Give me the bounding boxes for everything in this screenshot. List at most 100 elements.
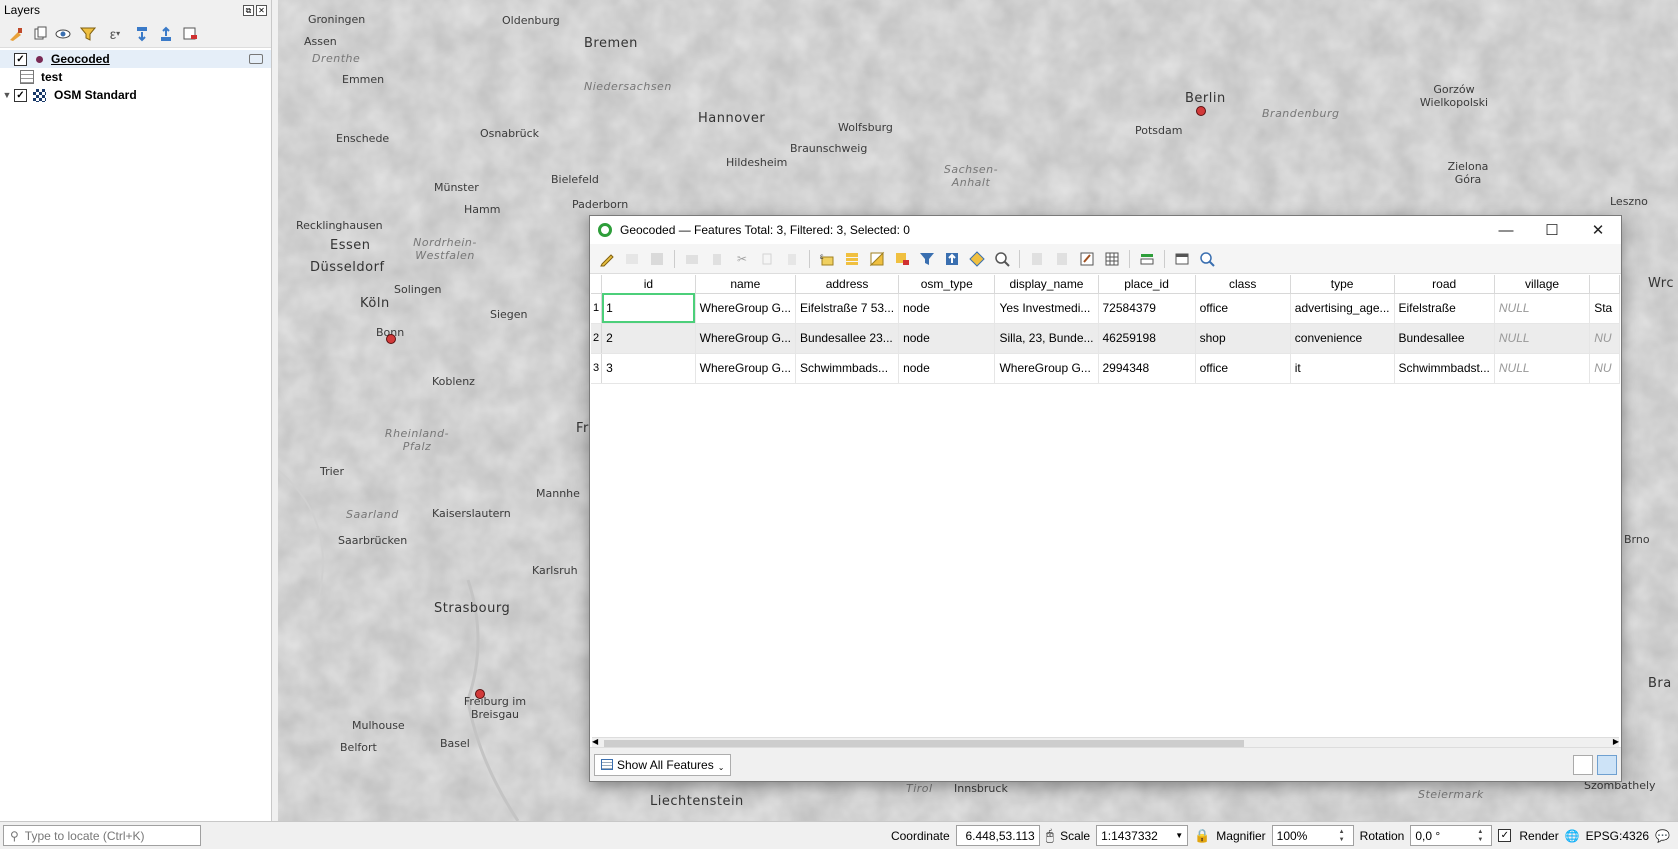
column-header[interactable]: display_name xyxy=(994,275,1099,294)
layer-item-osm-standard[interactable]: ▼ ✓ OSM Standard xyxy=(0,86,271,104)
column-header[interactable]: village xyxy=(1494,275,1591,294)
table-cell[interactable]: node xyxy=(898,353,996,384)
field-calculator-icon[interactable] xyxy=(1101,248,1123,270)
table-cell[interactable]: office xyxy=(1195,353,1291,384)
collapse-all-icon[interactable] xyxy=(156,24,176,44)
expand-arrow-icon[interactable]: ▼ xyxy=(0,90,14,100)
table-cell[interactable]: Bundesallee 23... xyxy=(795,323,900,354)
table-cell[interactable]: NULL xyxy=(1494,323,1591,354)
table-row[interactable]: 1 1 WhereGroup G... Eifelstraße 7 53... … xyxy=(591,293,1620,324)
show-all-features-button[interactable]: Show All Features ⌄ xyxy=(594,753,732,776)
spin-arrows-icon[interactable]: ▲ ▼ xyxy=(1477,828,1487,844)
table-cell[interactable]: Eifelstraße xyxy=(1394,293,1495,324)
table-cell[interactable]: convenience xyxy=(1290,323,1395,354)
table-cell[interactable]: Sta xyxy=(1589,293,1620,324)
column-header[interactable] xyxy=(1589,275,1620,294)
cut-icon[interactable]: ✂ xyxy=(731,248,753,270)
select-all-icon[interactable] xyxy=(841,248,863,270)
table-cell[interactable]: 2 xyxy=(601,323,696,354)
expand-all-icon[interactable] xyxy=(132,24,152,44)
conditional-formatting-icon[interactable] xyxy=(1136,248,1158,270)
table-cell[interactable]: 2994348 xyxy=(1098,353,1196,384)
deselect-all-icon[interactable] xyxy=(891,248,913,270)
select-by-expression-icon[interactable]: ε xyxy=(816,248,838,270)
table-row[interactable]: 2 2 WhereGroup G... Bundesallee 23... no… xyxy=(591,323,1620,354)
column-header[interactable]: road xyxy=(1394,275,1495,294)
dock-table-icon[interactable] xyxy=(1171,248,1193,270)
remove-layer-icon[interactable] xyxy=(180,24,200,44)
table-cell[interactable]: Bundesallee xyxy=(1394,323,1495,354)
multi-edit-icon[interactable] xyxy=(621,248,643,270)
rotation-spinbox[interactable]: 0,0 ° ▲ ▼ xyxy=(1410,825,1493,846)
maximize-button[interactable]: ☐ xyxy=(1529,216,1575,244)
table-cell[interactable]: WhereGroup G... xyxy=(695,323,797,354)
spin-arrows-icon[interactable]: ▲ ▼ xyxy=(1339,828,1349,844)
column-header[interactable]: name xyxy=(695,275,797,294)
filter-legend-icon[interactable] xyxy=(78,24,98,44)
table-cell[interactable]: 72584379 xyxy=(1098,293,1196,324)
crs-label[interactable]: EPSG:4326 xyxy=(1586,829,1649,843)
locator-search-input[interactable]: ⚲ Type to locate (Ctrl+K) xyxy=(3,825,201,846)
toggle-editing-icon[interactable] xyxy=(596,248,618,270)
geocoded-point-marker[interactable] xyxy=(475,689,485,699)
zoom-to-selection-icon[interactable] xyxy=(991,248,1013,270)
column-header[interactable]: place_id xyxy=(1098,275,1196,294)
row-header[interactable]: 2 xyxy=(591,323,603,354)
new-field-icon[interactable] xyxy=(1026,248,1048,270)
table-cell[interactable]: NULL xyxy=(1494,353,1591,384)
add-feature-icon[interactable] xyxy=(681,248,703,270)
column-header[interactable]: address xyxy=(795,275,900,294)
table-cell[interactable]: Schwimmbads... xyxy=(795,353,900,384)
table-cell[interactable]: NU xyxy=(1589,353,1620,384)
table-cell[interactable]: NU xyxy=(1589,323,1620,354)
layer-visibility-checkbox[interactable]: ✓ xyxy=(14,88,27,102)
table-cell[interactable]: node xyxy=(898,323,996,354)
manage-visibility-icon[interactable] xyxy=(54,24,74,44)
layer-visibility-checkbox[interactable]: ✓ xyxy=(14,52,27,66)
column-header[interactable]: osm_type xyxy=(898,275,996,294)
scroll-right-icon[interactable]: ▶ xyxy=(1613,737,1619,746)
layer-item-test[interactable]: test xyxy=(0,68,271,86)
geocoded-point-marker[interactable] xyxy=(1196,106,1206,116)
crs-globe-icon[interactable]: 🌐 xyxy=(1565,829,1580,843)
corner-header[interactable] xyxy=(591,275,603,294)
column-header[interactable]: class xyxy=(1195,275,1291,294)
layer-item-geocoded[interactable]: ✓ Geocoded xyxy=(0,50,271,68)
form-view-button[interactable] xyxy=(1573,754,1593,775)
invert-selection-icon[interactable] xyxy=(866,248,888,270)
window-titlebar[interactable]: Geocoded — Features Total: 3, Filtered: … xyxy=(590,216,1621,244)
row-header[interactable]: 1 xyxy=(591,293,603,324)
table-cell[interactable]: WhereGroup G... xyxy=(695,293,797,324)
save-edits-icon[interactable] xyxy=(646,248,668,270)
table-cell[interactable]: WhereGroup G... xyxy=(994,353,1099,384)
column-header[interactable]: type xyxy=(1290,275,1395,294)
close-button[interactable]: ✕ xyxy=(1575,216,1621,244)
organize-columns-icon[interactable] xyxy=(1076,248,1098,270)
table-row[interactable]: 3 3 WhereGroup G... Schwimmbads... node … xyxy=(591,353,1620,384)
pan-to-selection-icon[interactable] xyxy=(966,248,988,270)
scale-combobox[interactable]: 1:1437332 ▼ xyxy=(1096,825,1189,846)
messages-icon[interactable]: 💬 xyxy=(1655,829,1670,843)
column-header[interactable]: id xyxy=(601,275,696,294)
layer-styling-icon[interactable] xyxy=(6,24,26,44)
table-cell[interactable]: Silla, 23, Bunde... xyxy=(994,323,1099,354)
table-cell[interactable]: Schwimmbadst... xyxy=(1394,353,1495,384)
attribute-table-grid[interactable]: id name address osm_type display_name pl… xyxy=(591,275,1620,733)
magnifier-spinbox[interactable]: 100% ▲ ▼ xyxy=(1271,825,1354,846)
table-cell[interactable]: 1 xyxy=(601,293,696,324)
close-panel-button[interactable]: ✕ xyxy=(256,4,267,16)
table-cell[interactable]: office xyxy=(1195,293,1291,324)
table-cell[interactable]: Eifelstraße 7 53... xyxy=(795,293,900,324)
delete-feature-icon[interactable] xyxy=(706,248,728,270)
delete-field-icon[interactable] xyxy=(1051,248,1073,270)
table-view-button[interactable] xyxy=(1597,754,1617,775)
table-cell[interactable]: WhereGroup G... xyxy=(695,353,797,384)
table-cell[interactable]: 3 xyxy=(601,353,696,384)
table-cell[interactable]: advertising_age... xyxy=(1290,293,1395,324)
add-group-icon[interactable] xyxy=(30,24,50,44)
table-cell[interactable]: node xyxy=(898,293,996,324)
scroll-left-icon[interactable]: ◀ xyxy=(592,737,598,746)
float-panel-button[interactable]: ⧉ xyxy=(243,4,254,16)
move-selection-to-top-icon[interactable] xyxy=(941,248,963,270)
filter-expression-icon[interactable]: ε ▾ xyxy=(102,24,128,44)
